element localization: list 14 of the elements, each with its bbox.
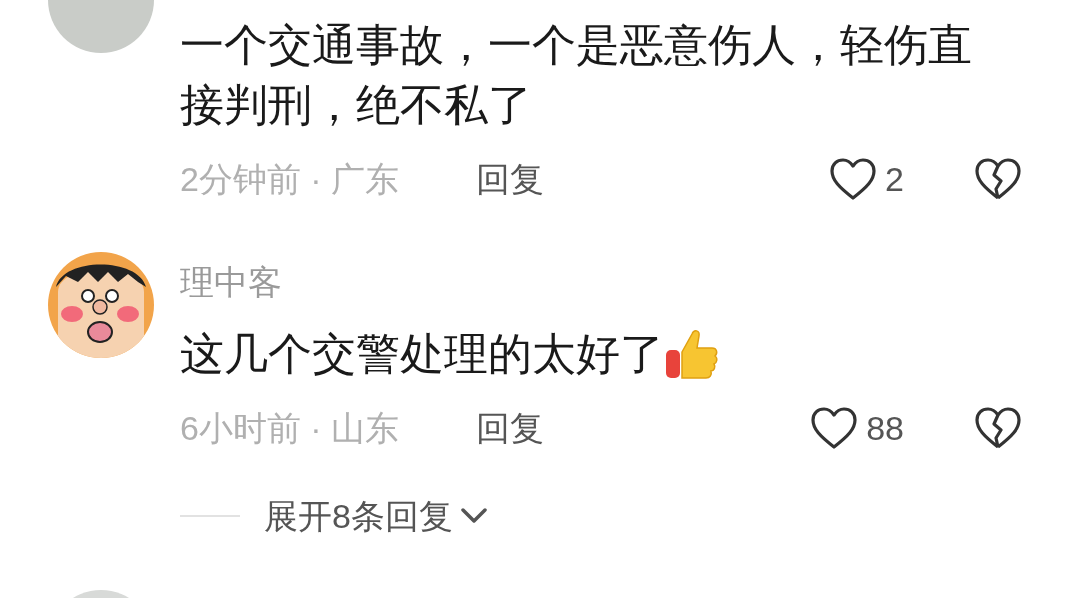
comment-time-location: 2分钟前 · 广东 <box>180 158 401 200</box>
comment-text: 一个交通事故，一个是恶意伤人，轻伤直接判刑，绝不私了 <box>180 19 973 131</box>
like-count: 88 <box>866 407 904 449</box>
broken-heart-icon[interactable] <box>974 406 1022 450</box>
broken-heart-icon[interactable] <box>974 157 1022 201</box>
comment-text: 这几个交警处理的太好了 <box>180 328 664 380</box>
heart-icon[interactable] <box>810 406 859 450</box>
expand-replies-button[interactable]: 展开8条回复 <box>264 490 487 542</box>
heart-icon[interactable] <box>829 157 878 201</box>
like-count: 2 <box>885 158 904 200</box>
reply-link[interactable]: 回复 <box>476 402 544 454</box>
chevron-down-icon <box>460 508 487 524</box>
comment-time-location: 6小时前 · 山东 <box>180 407 401 449</box>
reply-link[interactable]: 回复 <box>476 153 544 205</box>
